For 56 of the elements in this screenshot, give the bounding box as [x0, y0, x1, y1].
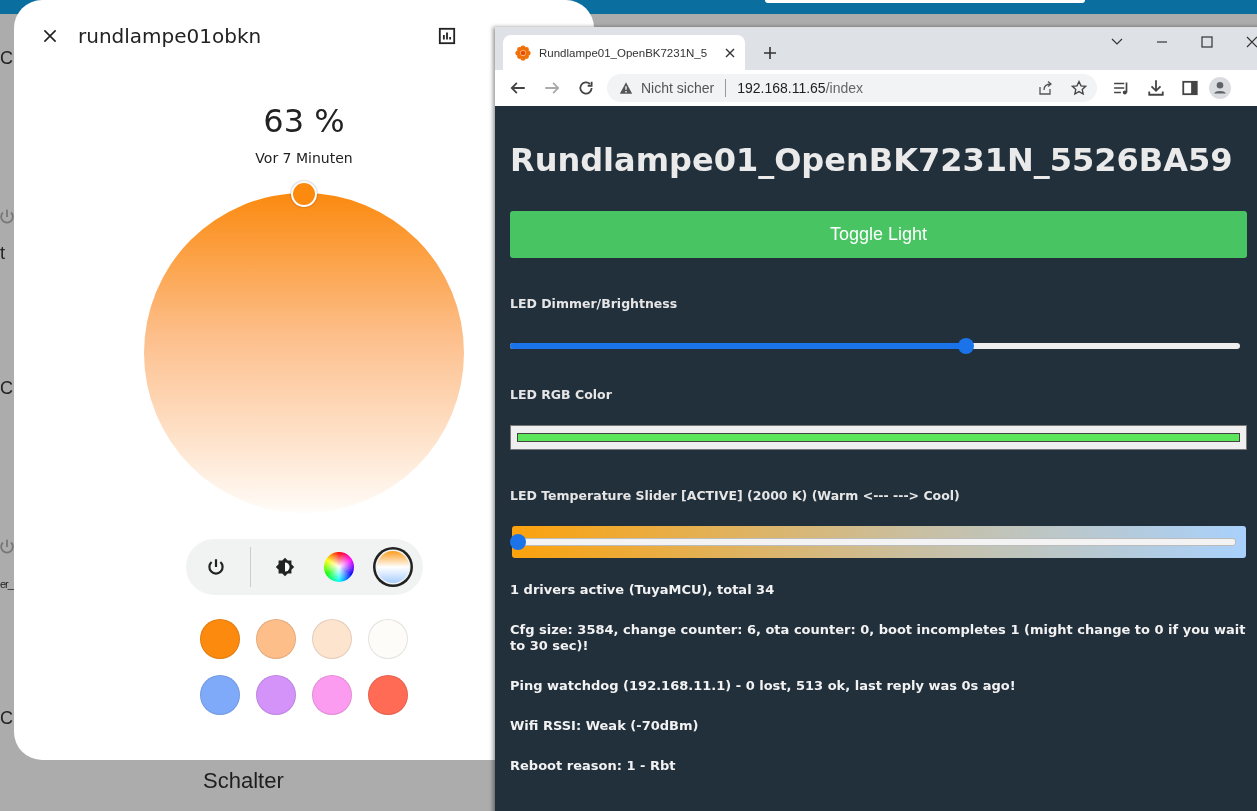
status-text: Cfg size: 3584, change counter: 6, ota counter: 0, boot incompletes 1 (might change to 0 if you wait to 30 sec)! — [510, 622, 1247, 654]
dialog-title: rundlampe01obkn — [78, 24, 263, 48]
color-preset[interactable] — [312, 619, 352, 659]
color-preset[interactable] — [200, 619, 240, 659]
card-label: er_ — [0, 578, 13, 590]
url-text: 192.168.11.65/index — [737, 80, 863, 96]
color-preset[interactable] — [312, 675, 352, 715]
close-icon[interactable] — [1245, 34, 1257, 49]
status-text: 1 drivers active (TuyaMCU), total 34 — [510, 582, 776, 598]
color-preset[interactable] — [200, 675, 240, 715]
brightness-value: 63 % — [263, 102, 345, 140]
flower-icon — [515, 44, 531, 61]
slider-thumb[interactable] — [510, 534, 526, 550]
tab-title: Rundlampe01_OpenBK7231N_5 — [539, 46, 709, 59]
close-icon[interactable] — [42, 28, 58, 44]
share-icon[interactable] — [1037, 80, 1053, 96]
card-label: t — [0, 243, 5, 264]
power-icon[interactable] — [0, 538, 16, 556]
new-tab-icon[interactable] — [763, 46, 777, 60]
maximize-icon[interactable] — [1200, 34, 1214, 49]
wheel-handle[interactable] — [291, 181, 317, 207]
slider-label: LED Dimmer/Brightness — [510, 296, 679, 311]
search-field[interactable] — [765, 0, 1085, 3]
color-label: LED RGB Color — [510, 387, 613, 402]
card-label: C — [0, 708, 13, 729]
section-title: Schalter — [203, 768, 284, 794]
color-preset[interactable] — [368, 619, 408, 659]
download-icon[interactable] — [1147, 79, 1165, 97]
browser-tab[interactable]: Rundlampe01_OpenBK7231N_5 — [503, 35, 745, 70]
status-text: Wifi RSSI: Weak (-70dBm) — [510, 718, 700, 734]
brightness-slider-track[interactable] — [510, 343, 1240, 349]
color-temperature-button[interactable] — [372, 547, 413, 587]
reload-icon[interactable] — [577, 79, 595, 97]
security-label: Nicht sicher — [641, 80, 715, 96]
warning-icon — [619, 81, 633, 95]
bar-chart-icon[interactable] — [438, 27, 456, 45]
card-label: C — [0, 48, 13, 69]
address-bar[interactable]: Nicht sicher 192.168.11.65/index — [607, 74, 1097, 102]
power-icon[interactable] — [0, 208, 16, 226]
side-panel-icon[interactable] — [1181, 79, 1199, 97]
last-changed-text: Vor 7 Minuten — [255, 150, 353, 166]
star-icon[interactable] — [1071, 80, 1087, 96]
card-label: C — [0, 378, 13, 399]
temperature-slider[interactable] — [512, 526, 1246, 558]
color-preset[interactable] — [368, 675, 408, 715]
brightness-icon — [273, 556, 296, 578]
page-heading: Rundlampe01_OpenBK7231N_5526BA59 — [510, 141, 1234, 179]
slider-label: LED Temperature Slider [ACTIVE] (2000 K) (Warm <--- ---> Cool) — [510, 488, 961, 503]
status-text: Reboot reason: 1 - Rbt — [510, 758, 677, 774]
color-preset[interactable] — [256, 675, 296, 715]
status-text: Ping watchdog (192.168.11.1) - 0 lost, 513 ok, last reply was 0s ago! — [510, 678, 1017, 694]
close-icon[interactable] — [725, 47, 735, 58]
slider-thumb[interactable] — [958, 338, 975, 354]
profile-avatar-icon[interactable] — [1209, 77, 1231, 99]
color-preset[interactable] — [256, 619, 296, 659]
color-picker-field[interactable] — [510, 425, 1247, 450]
